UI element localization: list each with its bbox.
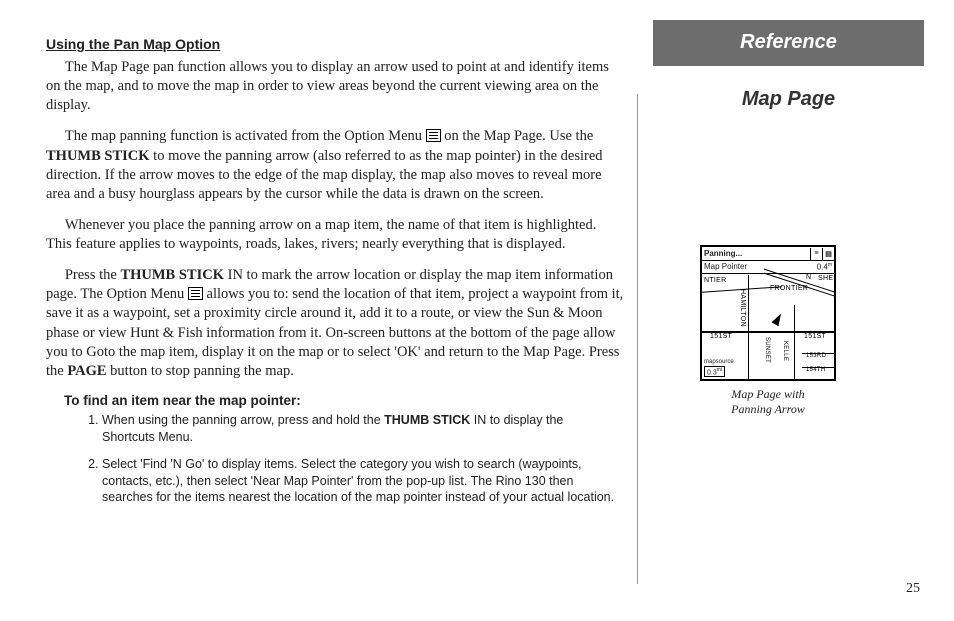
map-source-label: mapsource	[704, 359, 734, 365]
caption-line-1: Map Page with	[731, 387, 804, 401]
paragraph-1: The Map Page pan function allows you to …	[46, 58, 625, 115]
map-label-151st-l: 151ST	[710, 333, 732, 340]
figure: Panning... ≡ ▤ Map Pointer 0.4m	[693, 245, 843, 417]
reference-subtitle: Map Page	[653, 88, 924, 111]
map-label-kelle: KELLE	[782, 341, 788, 361]
map-scale: 0.3mi	[704, 366, 725, 377]
section-heading: Using the Pan Map Option	[46, 36, 625, 52]
paragraph-3: Whenever you place the panning arrow on …	[46, 216, 625, 254]
step1-a: When using the panning arrow, press and …	[102, 413, 384, 427]
p4-a: Press the	[65, 267, 121, 283]
caption-line-2: Panning Arrow	[731, 402, 805, 416]
option-menu-icon-2	[188, 287, 203, 300]
map-label-154th: 154TH	[806, 367, 826, 373]
sub-heading: To find an item near the map pointer:	[64, 393, 625, 408]
map-label-151st-r: 151ST	[804, 333, 826, 340]
panning-arrow-icon	[772, 312, 785, 326]
map-label-n: N	[806, 274, 811, 281]
step-1: When using the panning arrow, press and …	[102, 412, 625, 446]
map-sub-right: 0.4	[817, 263, 828, 272]
map-label-she: SHE	[818, 275, 833, 282]
thumb-stick-label-2: THUMB STICK	[120, 267, 224, 283]
p2-a: The map panning function is activated fr…	[65, 128, 426, 144]
thumb-stick-label: THUMB STICK	[46, 148, 150, 164]
map-label-hamilton: HAMILTON	[739, 289, 746, 327]
map-label-frontier: FRONTIER	[770, 285, 808, 292]
map-screenshot: Panning... ≡ ▤ Map Pointer 0.4m	[700, 245, 836, 381]
map-titlebar-menu-icon: ≡	[810, 248, 822, 260]
paragraph-4: Press the THUMB STICK IN to mark the arr…	[46, 266, 625, 381]
map-titlebar-close-icon: ▤	[822, 248, 834, 260]
column-divider	[637, 94, 638, 584]
body-text: The Map Page pan function allows you to …	[46, 58, 625, 381]
map-body: NTIER FRONTIER N SHE HAMILTON 151ST 151S…	[702, 275, 834, 379]
option-menu-icon	[426, 129, 441, 142]
step-2: Select 'Find 'N Go' to display items. Se…	[102, 456, 625, 507]
map-label-sunset: SUNSET	[764, 337, 770, 363]
page-button-label: PAGE	[67, 363, 106, 379]
map-title: Panning...	[704, 249, 742, 258]
map-label-ntier: NTIER	[704, 277, 727, 284]
p4-d: button to stop panning the map.	[107, 363, 294, 379]
map-label-153rd: 153RD	[806, 353, 826, 359]
steps-list: When using the panning arrow, press and …	[82, 412, 625, 506]
page-number: 25	[906, 581, 920, 597]
thumb-stick-label-3: THUMB STICK	[384, 413, 470, 427]
paragraph-2: The map panning function is activated fr…	[46, 127, 625, 204]
figure-caption: Map Page with Panning Arrow	[693, 387, 843, 417]
reference-banner: Reference	[653, 20, 924, 66]
map-sub-left: Map Pointer	[704, 262, 747, 272]
p2-b: on the Map Page. Use the	[441, 128, 594, 144]
